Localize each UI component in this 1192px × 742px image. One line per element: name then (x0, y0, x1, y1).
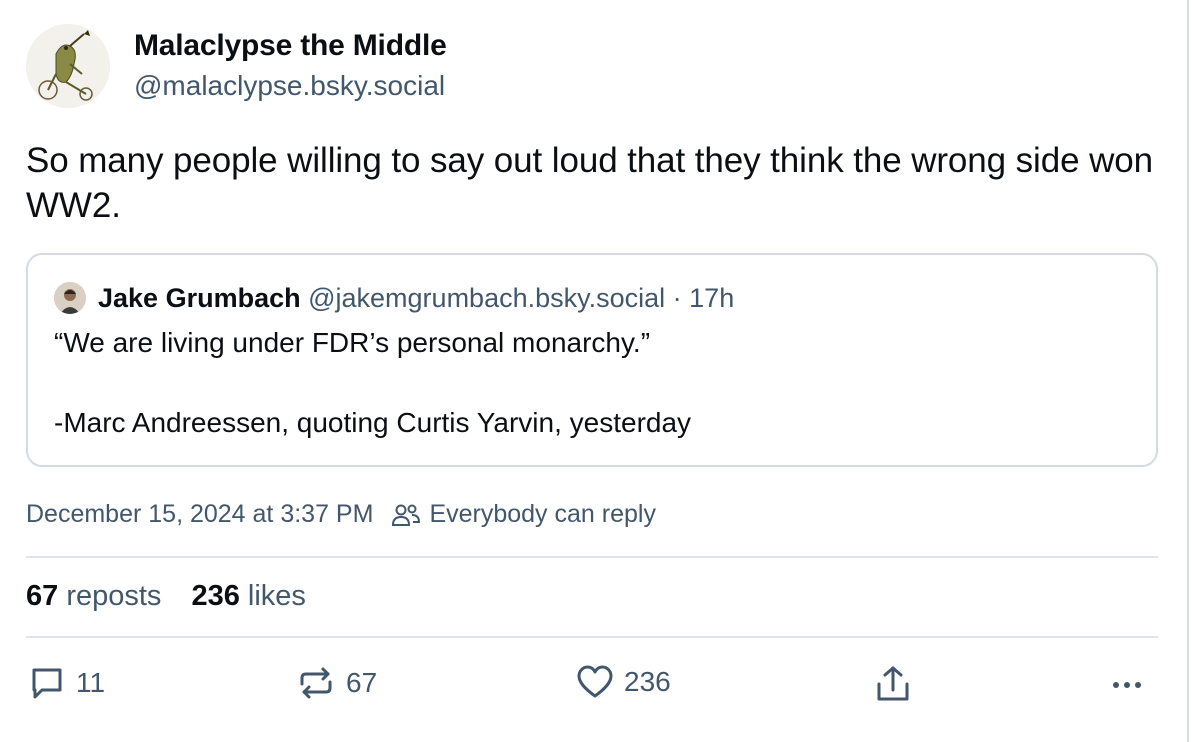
people-icon (391, 502, 421, 528)
post-text: So many people willing to say out loud t… (26, 141, 1153, 225)
likes-stat[interactable]: 236 likes (191, 580, 305, 612)
author-display-name[interactable]: Malaclypse the Middle (134, 29, 447, 63)
divider (26, 556, 1158, 558)
repost-icon (300, 667, 332, 699)
reply-icon (32, 668, 62, 699)
divider (26, 636, 1158, 638)
repost-button[interactable]: 67 (296, 664, 377, 702)
person-photo-icon (54, 282, 86, 314)
reposts-label: reposts (66, 580, 162, 612)
quoted-author-handle[interactable]: @jakemgrumbach.bsky.social (308, 283, 665, 313)
more-options-button[interactable] (1110, 664, 1146, 702)
author-avatar[interactable] (26, 24, 110, 108)
like-button[interactable]: 236 (576, 664, 671, 700)
engagement-stats: 67 reposts 236 likes (26, 580, 306, 613)
likes-label: likes (247, 580, 306, 612)
reply-button[interactable]: 11 (28, 664, 105, 702)
reposts-stat[interactable]: 67 reposts (26, 580, 161, 612)
reposts-count: 67 (26, 580, 59, 612)
quoted-author-avatar[interactable] (54, 282, 86, 314)
quoted-post[interactable]: Jake Grumbach @jakemgrumbach.bsky.social… (26, 253, 1158, 467)
share-button[interactable] (874, 664, 912, 704)
reply-count: 11 (76, 667, 106, 698)
quoted-post-header: Jake Grumbach @jakemgrumbach.bsky.social… (98, 283, 734, 314)
quoted-author-name[interactable]: Jake Grumbach (98, 283, 301, 313)
quoted-post-text-line: “We are living under FDR’s personal mona… (54, 327, 651, 358)
quoted-post-time: 17h (689, 283, 735, 313)
post-thread-view: Malaclypse the Middle @malaclypse.bsky.s… (0, 0, 1189, 742)
like-count: 236 (624, 666, 671, 697)
post-timestamp: December 15, 2024 at 3:37 PM (26, 500, 374, 528)
likes-count: 236 (191, 580, 240, 612)
more-options-icon (1113, 682, 1141, 688)
frog-on-bicycle-avatar-icon (26, 24, 110, 108)
reply-setting-text[interactable]: Everybody can reply (429, 500, 656, 529)
quoted-post-text-line: -Marc Andreessen, quoting Curtis Yarvin,… (54, 407, 692, 438)
separator-dot: · (665, 283, 690, 313)
heart-icon (577, 665, 613, 698)
repost-count: 67 (346, 667, 378, 698)
post-meta: December 15, 2024 at 3:37 PM Everybody c… (26, 500, 656, 529)
share-icon (877, 666, 909, 701)
author-handle[interactable]: @malaclypse.bsky.social (134, 70, 445, 102)
